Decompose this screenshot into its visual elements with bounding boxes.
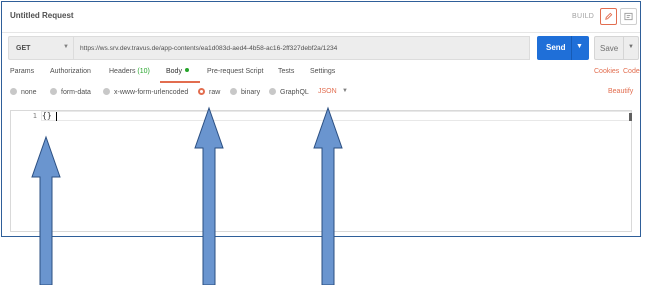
annotation-arrow-raw bbox=[194, 106, 224, 285]
edit-button[interactable] bbox=[600, 8, 617, 25]
tab-tests[interactable]: Tests bbox=[278, 68, 294, 75]
radio-raw-dot[interactable] bbox=[198, 88, 205, 95]
tab-params[interactable]: Params bbox=[10, 68, 34, 75]
send-chevron-down-icon[interactable]: ▼ bbox=[576, 43, 583, 50]
url-input[interactable]: https://ws.srv.dev.travus.de/app-content… bbox=[74, 36, 530, 60]
radio-urlencoded-dot[interactable] bbox=[103, 88, 110, 95]
documentation-button[interactable] bbox=[620, 8, 637, 25]
save-label: Save bbox=[600, 44, 619, 53]
headers-count: (10) bbox=[137, 68, 150, 75]
tab-pre-request-script[interactable]: Pre-request Script bbox=[207, 68, 263, 75]
send-label: Send bbox=[546, 43, 566, 52]
tab-authorization[interactable]: Authorization bbox=[50, 68, 91, 75]
code-link[interactable]: Code bbox=[623, 68, 640, 75]
tab-headers[interactable]: Headers (10) bbox=[109, 68, 150, 75]
save-divider bbox=[623, 37, 624, 59]
save-button[interactable]: Save ▼ bbox=[594, 36, 639, 60]
radio-graphql-label: GraphQL bbox=[280, 89, 309, 96]
radio-binary[interactable]: binary bbox=[230, 88, 260, 96]
save-chevron-down-icon[interactable]: ▼ bbox=[628, 44, 634, 50]
tab-headers-label: Headers bbox=[109, 68, 136, 75]
build-label: BUILD bbox=[572, 13, 595, 20]
radio-none-label: none bbox=[21, 89, 37, 96]
raw-radio[interactable]: raw bbox=[198, 88, 220, 96]
radio-raw-label: raw bbox=[209, 89, 221, 96]
tab-body-label: Body bbox=[166, 68, 182, 75]
request-title[interactable]: Untitled Request bbox=[10, 11, 74, 20]
annotation-arrow-json bbox=[313, 106, 343, 285]
radio-graphql[interactable]: GraphQL bbox=[269, 88, 309, 96]
editor-code[interactable]: {} bbox=[42, 111, 52, 120]
title-bar: Untitled Request BUILD bbox=[2, 2, 640, 33]
cookies-link[interactable]: Cookies bbox=[594, 68, 619, 75]
radio-binary-dot[interactable] bbox=[230, 88, 237, 95]
radio-none-dot[interactable] bbox=[10, 88, 17, 95]
active-tab-underline bbox=[160, 81, 200, 83]
send-divider bbox=[571, 36, 572, 60]
request-tabs: Params Authorization Headers (10) Body P… bbox=[2, 68, 640, 82]
tab-settings[interactable]: Settings bbox=[310, 68, 335, 75]
json-format-select[interactable]: JSON bbox=[318, 88, 337, 95]
body-indicator-dot bbox=[184, 68, 189, 72]
json-chevron-down-icon[interactable]: ▼ bbox=[342, 88, 348, 94]
annotation-arrow-editor bbox=[31, 135, 61, 285]
text-cursor bbox=[56, 112, 57, 121]
url-bar: GET ▼ https://ws.srv.dev.travus.de/app-c… bbox=[2, 36, 640, 62]
radio-graphql-dot[interactable] bbox=[269, 88, 276, 95]
radio-form-data-dot[interactable] bbox=[50, 88, 57, 95]
url-text: https://ws.srv.dev.travus.de/app-content… bbox=[80, 45, 338, 52]
method-label: GET bbox=[16, 45, 31, 52]
chevron-down-icon: ▼ bbox=[63, 44, 69, 50]
radio-form-data[interactable]: form-data bbox=[50, 88, 91, 96]
radio-binary-label: binary bbox=[241, 89, 261, 96]
method-select[interactable]: GET ▼ bbox=[8, 36, 74, 60]
radio-urlencoded-label: x-www-form-urlencoded bbox=[114, 89, 189, 96]
editor-scrollbar[interactable] bbox=[629, 113, 632, 121]
tab-body[interactable]: Body bbox=[166, 68, 189, 75]
beautify-link[interactable]: Beautify bbox=[608, 88, 633, 95]
radio-urlencoded[interactable]: x-www-form-urlencoded bbox=[103, 88, 188, 96]
document-icon bbox=[624, 12, 633, 21]
pencil-icon bbox=[605, 12, 613, 20]
line-number: 1 bbox=[32, 112, 37, 120]
send-button[interactable]: Send ▼ bbox=[537, 36, 589, 60]
radio-form-data-label: form-data bbox=[61, 89, 91, 96]
radio-none[interactable]: none bbox=[10, 88, 37, 96]
